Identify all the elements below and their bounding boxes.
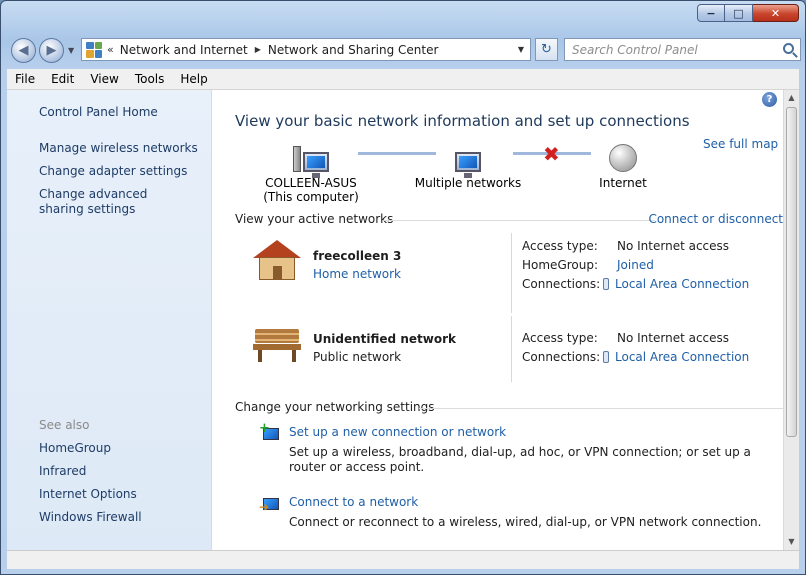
caption-buttons: − □ ✕ [697, 4, 799, 22]
search-placeholder: Search Control Panel [572, 42, 698, 57]
computer-name: COLLEEN-ASUS [265, 176, 357, 190]
menu-view[interactable]: View [82, 72, 126, 86]
sidebar-change-adapter[interactable]: Change adapter settings [39, 164, 187, 179]
search-input[interactable]: Search Control Panel [564, 38, 801, 61]
local-area-connection-link-1[interactable]: Local Area Connection [603, 277, 749, 291]
network-divider [511, 233, 512, 313]
local-area-connection-label-1[interactable]: Local Area Connection [615, 277, 749, 291]
internet-label: Internet [599, 176, 647, 190]
main-panel: ? View your basic network information an… [213, 90, 783, 550]
scroll-down-button[interactable]: ▼ [784, 534, 799, 550]
connect-to-network-link[interactable]: Connect to a network [289, 495, 418, 509]
recent-pages-dropdown[interactable]: ▼ [68, 46, 74, 55]
address-bar[interactable]: « Network and Internet ▶ Network and Sha… [81, 38, 531, 61]
network-divider [511, 316, 512, 382]
network-type-1[interactable]: Home network [313, 267, 401, 281]
sidebar-control-panel-home[interactable]: Control Panel Home [39, 105, 158, 120]
menu-file[interactable]: File [7, 72, 43, 86]
sidebar-windows-firewall[interactable]: Windows Firewall [39, 510, 142, 525]
menu-tools[interactable]: Tools [127, 72, 173, 86]
see-full-map-link[interactable]: See full map [703, 137, 778, 151]
network-type-2: Public network [313, 350, 402, 364]
computer-icon [251, 138, 371, 178]
breadcrumb-network-sharing-center[interactable]: Network and Sharing Center [268, 43, 439, 57]
access-type-value-1: No Internet access [617, 239, 730, 253]
access-type-value-2: No Internet access [617, 331, 730, 345]
access-type-label-2: Access type: [522, 331, 598, 345]
scroll-up-button[interactable]: ▲ [784, 90, 799, 106]
home-network-icon [253, 240, 301, 280]
local-area-connection-label-2[interactable]: Local Area Connection [615, 350, 749, 364]
content-area: Control Panel Home Manage wireless netwo… [7, 90, 799, 550]
connection-plug-icon [603, 278, 609, 290]
new-connection-icon: + [259, 422, 281, 446]
breadcrumb-overflow[interactable]: « [107, 43, 114, 56]
multiple-networks-label: Multiple networks [414, 176, 522, 190]
map-node-multiple-networks: Multiple networks [413, 138, 523, 190]
network-name-1: freecolleen 3 [313, 249, 402, 263]
help-icon[interactable]: ? [762, 92, 777, 107]
window: − □ ✕ ◀ ▶ ▼ « Network and Internet ▶ Net… [0, 0, 806, 575]
access-type-label-1: Access type: [522, 239, 598, 253]
minimize-button[interactable]: − [697, 4, 725, 22]
maximize-button[interactable]: □ [725, 4, 753, 22]
breadcrumb-network-and-internet[interactable]: Network and Internet [120, 43, 248, 57]
globe-icon [573, 138, 673, 172]
close-button[interactable]: ✕ [753, 4, 799, 22]
sidebar-internet-options[interactable]: Internet Options [39, 487, 137, 502]
header-divider [419, 408, 783, 409]
local-area-connection-link-2[interactable]: Local Area Connection [603, 350, 749, 364]
header-divider [383, 220, 655, 221]
map-node-internet: Internet [573, 138, 673, 190]
homegroup-label: HomeGroup: [522, 258, 599, 272]
connect-to-network-desc: Connect or reconnect to a wireless, wire… [289, 515, 762, 529]
network-name-2: Unidentified network [313, 332, 456, 346]
menu-help[interactable]: Help [172, 72, 215, 86]
connect-network-icon: ➔ [259, 494, 281, 516]
status-bar [7, 550, 799, 569]
sidebar-manage-wireless[interactable]: Manage wireless networks [39, 141, 198, 156]
computer-sub: (This computer) [263, 190, 359, 204]
refresh-icon[interactable]: ↻ [535, 38, 558, 61]
disconnected-icon: ✖ [543, 142, 560, 166]
sidebar-homegroup[interactable]: HomeGroup [39, 441, 111, 456]
sidebar-infrared[interactable]: Infrared [39, 464, 86, 479]
setup-connection-link[interactable]: Set up a new connection or network [289, 425, 506, 439]
sidebar-advanced-sharing[interactable]: Change advanced sharing settings [39, 187, 189, 217]
see-also-label: See also [39, 418, 90, 432]
menu-bar: File Edit View Tools Help [7, 69, 799, 90]
connections-label-1: Connections: [522, 277, 601, 291]
active-networks-header: View your active networks [235, 212, 394, 226]
page-title: View your basic network information and … [235, 112, 690, 130]
menu-edit[interactable]: Edit [43, 72, 82, 86]
network-center-icon [86, 41, 102, 58]
public-network-icon [253, 327, 301, 363]
map-node-computer: COLLEEN-ASUS (This computer) [251, 138, 371, 204]
forward-button[interactable]: ▶ [39, 37, 64, 63]
scroll-thumb[interactable] [786, 107, 797, 437]
address-dropdown[interactable]: ▼ [518, 45, 524, 54]
setup-connection-desc: Set up a wireless, broadband, dial-up, a… [289, 445, 751, 474]
connect-or-disconnect-link[interactable]: Connect or disconnect [648, 212, 783, 226]
multiple-networks-icon [413, 138, 523, 178]
connection-plug-icon [603, 351, 609, 363]
navigation-bar: ◀ ▶ ▼ « Network and Internet ▶ Network a… [11, 35, 801, 65]
breadcrumb-separator[interactable]: ▶ [255, 45, 261, 54]
back-button[interactable]: ◀ [11, 37, 36, 63]
change-settings-header: Change your networking settings [235, 400, 435, 414]
sidebar: Control Panel Home Manage wireless netwo… [7, 90, 212, 550]
vertical-scrollbar[interactable]: ▲ ▼ [783, 90, 799, 550]
homegroup-joined-link[interactable]: Joined [617, 258, 654, 272]
connections-label-2: Connections: [522, 350, 601, 364]
search-icon[interactable] [783, 43, 794, 54]
